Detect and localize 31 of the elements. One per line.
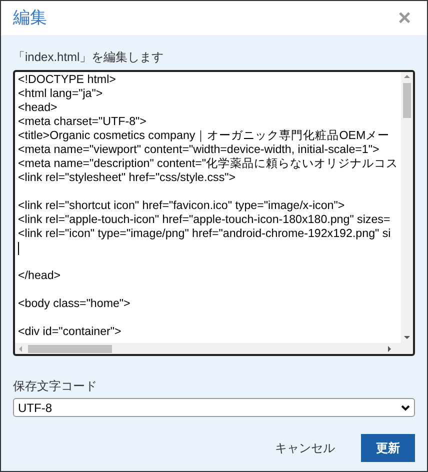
code-line: <!DOCTYPE html>	[18, 73, 116, 87]
horizontal-scrollbar[interactable]	[15, 343, 413, 354]
dialog-title: 編集	[13, 7, 47, 30]
encoding-select[interactable]: UTF-8	[13, 398, 415, 417]
cancel-button[interactable]: キャンセル	[271, 434, 339, 462]
scrollbar-thumb[interactable]	[403, 83, 411, 118]
code-line: <body class="home">	[18, 297, 130, 311]
code-line: <meta name="viewport" content="width=device-width, initial-scale=1">	[18, 143, 380, 157]
scroll-left-icon[interactable]	[19, 346, 22, 352]
code-line: <link rel="shortcut icon" href="favicon.ico" type="image/x-icon">	[18, 199, 345, 213]
code-line: <link rel="stylesheet" href="css/style.css">	[18, 171, 236, 185]
editor-label: 「index.html」を編集します	[13, 49, 165, 65]
code-editor[interactable]	[13, 70, 415, 356]
scroll-down-icon[interactable]	[404, 336, 410, 339]
code-line: <html lang="ja">	[18, 87, 103, 101]
scrollbar-thumb[interactable]	[28, 344, 112, 352]
code-line: <head>	[18, 101, 58, 115]
code-line: <meta name="description" content="化学薬品に頼らないオリジナルコス	[18, 157, 398, 171]
code-line: <meta charset="UTF-8">	[18, 115, 146, 129]
text-cursor	[18, 242, 19, 254]
code-line: <link rel="apple-touch-icon" href="apple-touch-icon-180x180.png" sizes=	[18, 213, 390, 227]
chevron-down-icon	[401, 404, 410, 410]
scroll-up-icon[interactable]	[404, 75, 410, 78]
vertical-scrollbar[interactable]	[401, 72, 413, 343]
code-line: <div id="container">	[18, 325, 122, 339]
code-line: </head>	[18, 269, 61, 283]
code-line: <link rel="icon" type="image/png" href="android-chrome-192x192.png" si	[18, 227, 391, 241]
scroll-right-icon[interactable]	[388, 346, 391, 352]
update-button[interactable]: 更新	[361, 434, 415, 462]
code-line: <title>Organic cosmetics company｜オーガニック専門化粧品OEMメー	[18, 129, 390, 143]
encoding-label: 保存文字コード	[13, 378, 97, 394]
